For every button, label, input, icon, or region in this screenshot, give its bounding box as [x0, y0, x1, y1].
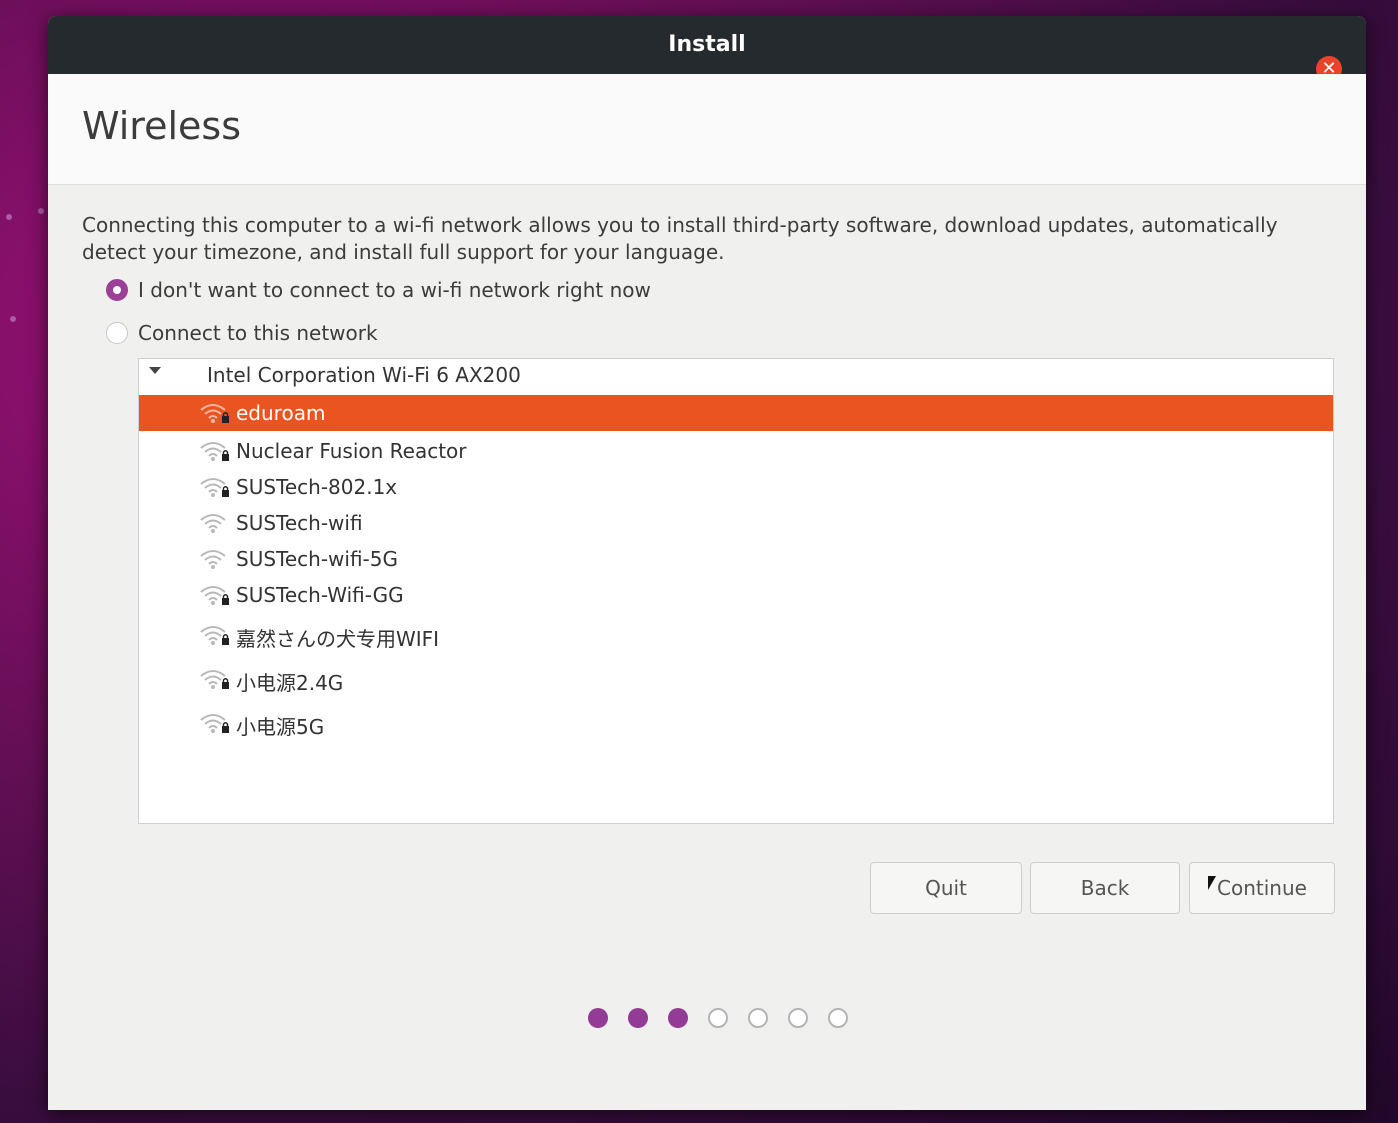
network-row[interactable]: 小电源5G [139, 705, 1333, 741]
network-name: Nuclear Fusion Reactor [236, 439, 467, 463]
option-no-connect-label: I don't want to connect to a wi-fi netwo… [138, 278, 651, 302]
network-list[interactable]: Intel Corporation Wi-Fi 6 AX200 eduroam N… [138, 358, 1334, 824]
network-name: 嘉然さんの犬专用WIFI [236, 627, 440, 651]
expand-arrow-icon[interactable] [149, 367, 161, 374]
title-bar[interactable]: Install ✕ [48, 16, 1366, 82]
wifi-secured-icon [199, 711, 231, 735]
back-button[interactable]: Back [1030, 862, 1180, 914]
installer-window: Install ✕ Wireless Connecting this compu… [48, 16, 1366, 1110]
network-row[interactable]: SUSTech-wifi [139, 505, 1333, 541]
network-name: eduroam [236, 401, 326, 425]
page-description: Connecting this computer to a wi-fi netw… [82, 213, 1278, 264]
page-title: Wireless [82, 104, 241, 148]
progress-step-dot [788, 1008, 808, 1028]
option-connect[interactable]: Connect to this network [106, 321, 378, 345]
network-row[interactable]: SUSTech-Wifi-GG [139, 577, 1333, 613]
wifi-secured-icon [199, 439, 231, 463]
quit-button[interactable]: Quit [870, 862, 1022, 914]
network-name: 小电源5G [236, 715, 325, 739]
network-name: SUSTech-802.1x [236, 475, 398, 499]
progress-step-dot [588, 1008, 608, 1028]
network-row[interactable]: SUSTech-wifi-5G [139, 541, 1333, 577]
wifi-secured-icon [199, 667, 231, 691]
window-title: Install [668, 32, 746, 57]
wifi-icon [199, 547, 231, 571]
progress-step-dot [828, 1008, 848, 1028]
adapter-row[interactable]: Intel Corporation Wi-Fi 6 AX200 [139, 359, 1333, 393]
progress-step-dot [668, 1008, 688, 1028]
page-header: Wireless [48, 74, 1366, 185]
network-row[interactable]: SUSTech-802.1x [139, 469, 1333, 505]
wifi-secured-icon [199, 623, 231, 647]
progress-step-dot [628, 1008, 648, 1028]
mouse-cursor-icon [1208, 876, 1216, 890]
network-row[interactable]: 小电源2.4G [139, 661, 1333, 697]
network-row[interactable]: Nuclear Fusion Reactor [139, 433, 1333, 469]
network-name: SUSTech-wifi-5G [236, 547, 398, 571]
progress-step-dot [708, 1008, 728, 1028]
radio-connect[interactable] [106, 322, 128, 344]
wifi-secured-icon [199, 475, 231, 499]
wifi-secured-icon [199, 583, 231, 607]
network-name: SUSTech-wifi [236, 511, 363, 535]
network-name: 小电源2.4G [236, 671, 344, 695]
radio-no-connect[interactable] [106, 279, 128, 301]
progress-step-dot [748, 1008, 768, 1028]
adapter-label: Intel Corporation Wi-Fi 6 AX200 [207, 363, 521, 387]
option-no-connect[interactable]: I don't want to connect to a wi-fi netwo… [106, 278, 651, 302]
step-progress [588, 1008, 868, 1028]
network-row[interactable]: eduroam [139, 395, 1333, 431]
option-connect-label: Connect to this network [138, 321, 378, 345]
wifi-secured-icon [199, 401, 231, 425]
network-name: SUSTech-Wifi-GG [236, 583, 404, 607]
wifi-icon [199, 511, 231, 535]
network-row[interactable]: 嘉然さんの犬专用WIFI [139, 617, 1333, 653]
